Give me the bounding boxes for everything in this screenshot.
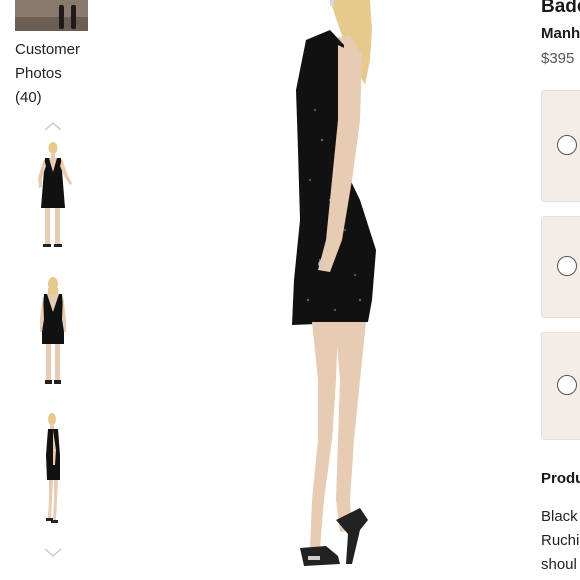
product-info-panel: Bado Manh $395 Produ Black Ruchi shoul [541, 0, 580, 580]
back-view-thumbnail[interactable] [22, 274, 84, 392]
customer-photos-label-line2: Photos [15, 65, 62, 82]
details-line: Black [541, 508, 578, 525]
radio-button[interactable] [557, 375, 577, 395]
front-view-thumbnail[interactable] [22, 138, 84, 256]
size-option-card[interactable] [541, 332, 580, 440]
product-details-heading: Produ [541, 470, 580, 487]
product-title: Bado [541, 0, 580, 17]
chevron-down-icon[interactable] [44, 548, 62, 558]
side-view-thumbnail[interactable] [22, 410, 84, 528]
customer-photos-count: (40) [15, 89, 42, 106]
customer-photo-thumbnail[interactable] [15, 0, 88, 31]
product-details-text: Black Ruchi shoul [541, 505, 579, 577]
chevron-up-icon[interactable] [44, 121, 62, 131]
product-price: $395 [541, 50, 575, 67]
photo-leg [71, 5, 76, 29]
thumbnail-rail: Customer Photos (40) [0, 0, 110, 580]
designer-link[interactable]: Manh [541, 25, 580, 42]
main-product-image[interactable] [220, 0, 450, 580]
details-line: Ruchi [541, 532, 580, 549]
photo-floor [15, 17, 88, 31]
size-option-card[interactable] [541, 216, 580, 318]
customer-photos-link[interactable]: Customer Photos (40) [15, 38, 80, 110]
radio-button[interactable] [557, 135, 577, 155]
size-option-card[interactable] [541, 90, 580, 202]
customer-photos-label-line1: Customer [15, 41, 81, 58]
details-line: shoul [541, 556, 577, 573]
photo-leg [59, 5, 64, 29]
radio-button[interactable] [557, 256, 577, 276]
